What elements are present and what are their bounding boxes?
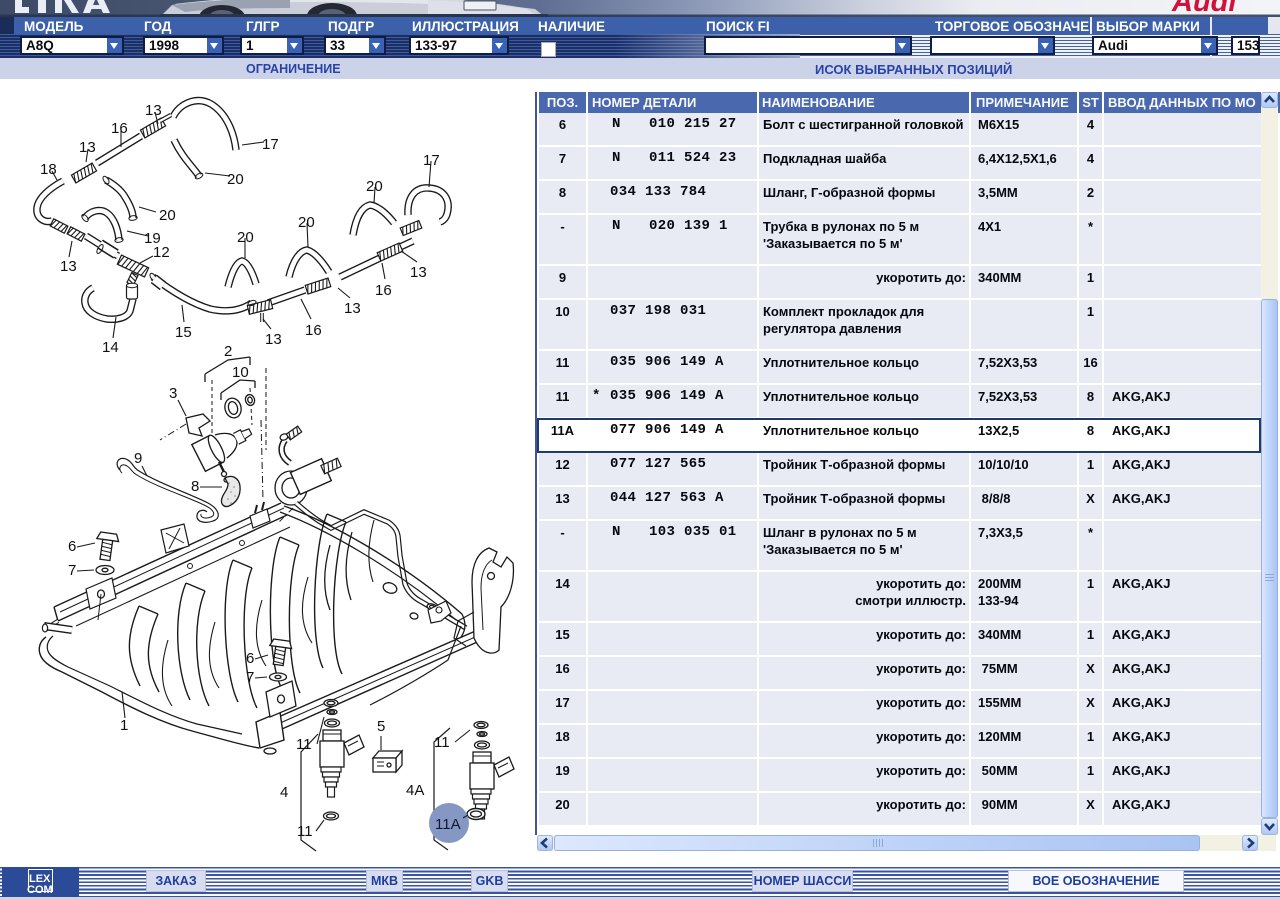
svg-text:17: 17 bbox=[262, 136, 279, 153]
svg-text:20: 20 bbox=[366, 178, 383, 195]
svg-text:11: 11 bbox=[434, 734, 450, 751]
svg-text:9: 9 bbox=[134, 450, 142, 467]
svg-text:17: 17 bbox=[423, 152, 440, 169]
svg-text:15: 15 bbox=[175, 324, 192, 341]
svg-text:7: 7 bbox=[68, 562, 76, 579]
svg-text:8: 8 bbox=[191, 478, 199, 495]
svg-text:13: 13 bbox=[344, 300, 361, 317]
svg-text:14: 14 bbox=[102, 339, 119, 356]
svg-text:11: 11 bbox=[296, 736, 312, 753]
svg-text:16: 16 bbox=[305, 322, 322, 339]
svg-text:3: 3 bbox=[169, 385, 177, 402]
svg-text:11: 11 bbox=[297, 823, 313, 840]
svg-text:11A: 11A bbox=[435, 816, 461, 833]
svg-text:20: 20 bbox=[227, 171, 244, 188]
svg-text:16: 16 bbox=[375, 282, 392, 299]
svg-text:1: 1 bbox=[120, 717, 128, 734]
svg-text:13: 13 bbox=[265, 331, 282, 348]
svg-text:4: 4 bbox=[280, 784, 288, 801]
svg-text:12: 12 bbox=[153, 244, 170, 261]
svg-text:2: 2 bbox=[224, 343, 232, 360]
svg-text:13: 13 bbox=[145, 102, 162, 119]
svg-text:20: 20 bbox=[237, 229, 254, 246]
svg-text:6: 6 bbox=[68, 538, 76, 555]
svg-text:20: 20 bbox=[159, 207, 176, 224]
svg-text:13: 13 bbox=[79, 139, 96, 156]
svg-text:20: 20 bbox=[298, 214, 315, 231]
svg-text:6: 6 bbox=[246, 650, 254, 667]
svg-text:7: 7 bbox=[246, 669, 254, 686]
svg-text:13: 13 bbox=[60, 258, 77, 275]
svg-text:13: 13 bbox=[410, 264, 427, 281]
svg-text:10: 10 bbox=[232, 364, 249, 381]
svg-text:18: 18 bbox=[40, 161, 57, 178]
svg-text:5: 5 bbox=[377, 718, 385, 735]
svg-text:4A: 4A bbox=[406, 782, 424, 799]
svg-text:16: 16 bbox=[111, 120, 128, 137]
